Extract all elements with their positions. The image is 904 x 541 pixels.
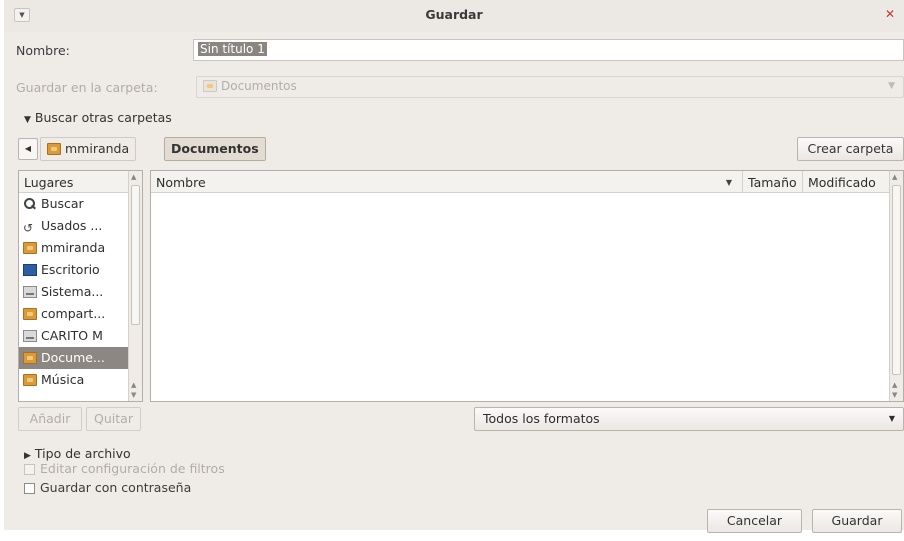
- file-format-combo[interactable]: Todos los formatos ▼: [474, 407, 904, 431]
- recent-icon: ↺: [23, 221, 34, 235]
- filename-value: Sin título 1: [198, 42, 267, 56]
- save-button[interactable]: Guardar: [812, 509, 902, 533]
- place-item-search[interactable]: Buscar: [19, 193, 142, 215]
- file-list-scroll-thumb[interactable]: [892, 185, 901, 375]
- place-label: CARITO M: [41, 328, 103, 343]
- place-label: compart...: [41, 306, 106, 321]
- close-icon: ✕: [884, 7, 896, 21]
- drive-icon: [23, 330, 37, 342]
- place-item-system[interactable]: Sistema...: [19, 281, 142, 303]
- path-back-button[interactable]: ◀: [18, 138, 38, 160]
- cancel-button[interactable]: Cancelar: [707, 509, 802, 533]
- drive-icon: [23, 286, 37, 298]
- browse-folders-expander[interactable]: ▼ Buscar otras carpetas: [24, 110, 172, 125]
- scroll-down-icon: ▼: [892, 391, 898, 399]
- add-place-button[interactable]: Añadir: [18, 407, 82, 431]
- save-folder-value: Documentos: [221, 79, 297, 93]
- remove-place-button[interactable]: Quitar: [86, 407, 141, 431]
- scroll-up-icon: ▲: [892, 381, 898, 389]
- title-bar: ▼ Guardar ✕: [4, 0, 904, 32]
- column-name[interactable]: Nombre ▼: [151, 171, 743, 193]
- left-arrow-icon: ◀: [24, 144, 32, 153]
- file-list-header: Nombre ▼ Tamaño Modificado: [151, 171, 889, 193]
- path-item-label: Documentos: [171, 141, 259, 156]
- place-item-carito[interactable]: CARITO M: [19, 325, 142, 347]
- file-type-expander[interactable]: ▶ Tipo de archivo: [24, 446, 131, 461]
- expander-open-icon: ▼: [24, 115, 31, 125]
- window-title: Guardar: [425, 7, 483, 22]
- place-item-desktop[interactable]: Escritorio: [19, 259, 142, 281]
- folder-icon: [23, 352, 37, 364]
- sort-down-icon: ▼: [725, 178, 732, 187]
- path-item-label: mmiranda: [65, 141, 130, 156]
- place-item-shared[interactable]: compart...: [19, 303, 142, 325]
- password-checkbox[interactable]: [24, 483, 35, 494]
- column-size[interactable]: Tamaño: [743, 171, 803, 193]
- places-header[interactable]: Lugares: [19, 171, 142, 193]
- folder-icon: [203, 80, 217, 92]
- search-icon: [23, 198, 37, 210]
- file-list-pane: Nombre ▼ Tamaño Modificado ▲ ▲ ▼: [150, 170, 904, 402]
- place-item-recent[interactable]: ↺ Usados ...: [19, 215, 142, 237]
- place-label: Sistema...: [41, 284, 104, 299]
- column-name-label: Nombre: [156, 175, 206, 190]
- home-folder-icon: [47, 143, 61, 155]
- save-folder-combo[interactable]: Documentos ▼: [196, 76, 904, 98]
- place-item-music[interactable]: Música: [19, 369, 142, 391]
- save-dialog: ▼ Guardar ✕ Nombre: Sin título 1 Guardar…: [4, 0, 904, 533]
- edit-filter-checkbox[interactable]: [24, 464, 35, 475]
- scroll-up-icon: ▲: [892, 173, 898, 181]
- place-label: Buscar: [41, 196, 84, 211]
- places-scrollbar[interactable]: ▲ ▲ ▼: [128, 171, 142, 401]
- folder-icon: [23, 374, 37, 386]
- file-type-label: Tipo de archivo: [34, 446, 131, 461]
- scroll-up-icon: ▲: [131, 381, 137, 389]
- create-folder-button[interactable]: Crear carpeta: [797, 137, 904, 161]
- folder-icon: [23, 242, 37, 254]
- column-modified[interactable]: Modificado: [803, 171, 891, 193]
- folder-icon: [23, 308, 37, 320]
- browse-folders-label: Buscar otras carpetas: [34, 110, 172, 125]
- places-pane: Lugares Buscar ↺ Usados ... mmiranda Escr…: [18, 170, 143, 402]
- place-item-home[interactable]: mmiranda: [19, 237, 142, 259]
- place-label: Usados ...: [41, 218, 103, 233]
- scroll-up-icon: ▲: [131, 173, 137, 181]
- chevron-down-icon: ▼: [888, 414, 895, 423]
- filename-input[interactable]: Sin título 1: [193, 39, 904, 61]
- place-label: mmiranda: [41, 240, 106, 255]
- password-label: Guardar con contraseña: [40, 480, 192, 495]
- desktop-icon: [23, 264, 37, 276]
- place-label: Música: [41, 372, 85, 387]
- place-label: Escritorio: [41, 262, 100, 277]
- file-list-scrollbar[interactable]: ▲ ▲ ▼: [889, 171, 903, 401]
- chevron-down-icon: ▼: [888, 81, 895, 91]
- path-item-mmiranda[interactable]: mmiranda: [40, 137, 137, 161]
- name-label: Nombre:: [16, 43, 70, 58]
- place-label: Docume...: [41, 350, 105, 365]
- close-button[interactable]: ✕: [882, 8, 898, 22]
- scroll-down-icon: ▼: [131, 391, 137, 399]
- expander-closed-icon: ▶: [24, 451, 31, 461]
- place-item-documents[interactable]: Docume...: [19, 347, 142, 369]
- path-item-documentos[interactable]: Documentos: [164, 137, 266, 161]
- folder-label: Guardar en la carpeta:: [16, 80, 158, 95]
- places-scroll-thumb[interactable]: [131, 185, 140, 325]
- file-format-value: Todos los formatos: [483, 411, 600, 426]
- edit-filter-label: Editar configuración de filtros: [40, 461, 225, 476]
